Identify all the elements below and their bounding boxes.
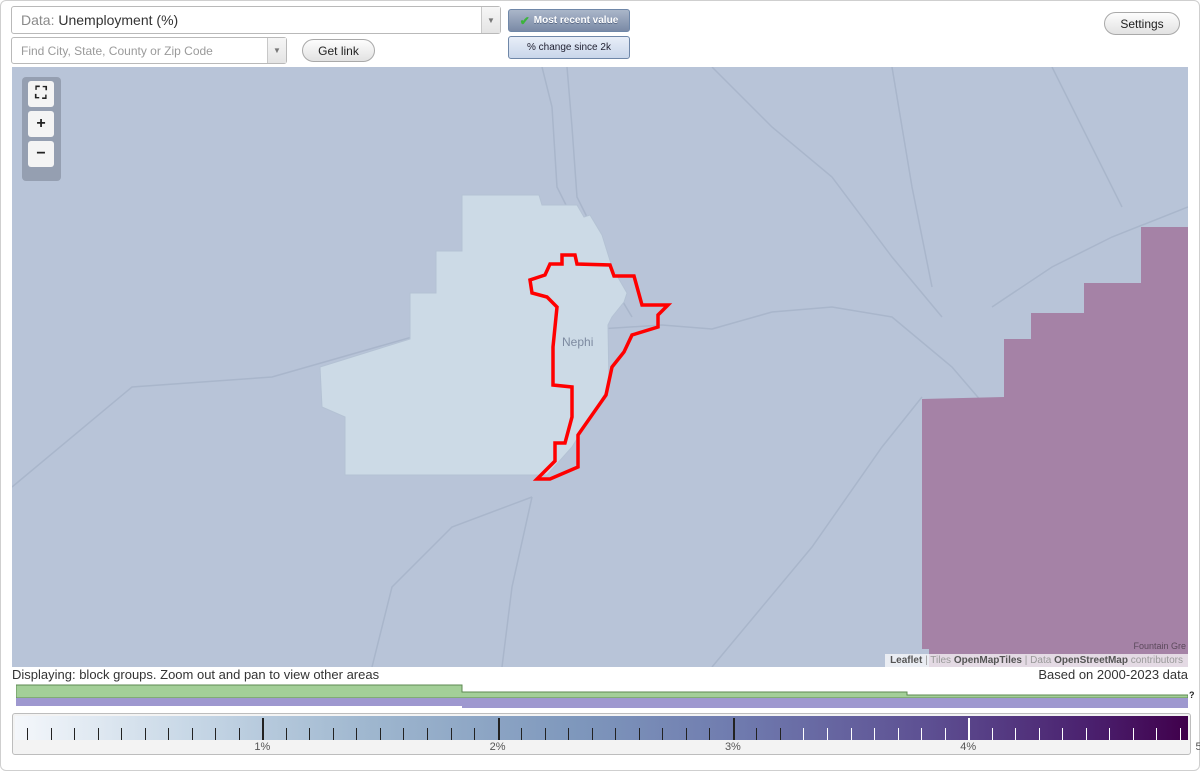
most-recent-value-toggle[interactable]: ✔ Most recent value	[508, 9, 630, 32]
map-view[interactable]: ⛶ + − Nephi Fountain Gre Leaflet | Tiles…	[12, 67, 1188, 667]
data-range-note: Based on 2000-2023 data	[1038, 667, 1188, 682]
scale-tick	[97, 728, 99, 740]
scale-tick	[850, 728, 852, 740]
scale-tick	[168, 728, 170, 740]
high-value-area	[922, 227, 1188, 667]
check-icon: ✔	[519, 13, 530, 28]
scale-tick	[191, 728, 193, 740]
scale-tick	[1179, 728, 1181, 740]
scale-tick	[521, 728, 523, 740]
help-icon[interactable]: ?	[1189, 690, 1195, 700]
zoom-controls: ⛶ + −	[22, 77, 61, 181]
scale-tick	[215, 728, 217, 740]
scale-tick	[285, 728, 287, 740]
scale-tick	[238, 728, 240, 740]
scale-tick	[309, 728, 311, 740]
percent-change-label: % change since 2k	[527, 42, 611, 53]
scale-tick	[944, 728, 946, 740]
scale-tick	[1085, 728, 1087, 740]
most-recent-value-label: Most recent value	[533, 15, 619, 26]
scale-tick	[144, 728, 146, 740]
scale-tick	[427, 728, 428, 740]
scale-tick	[356, 728, 358, 740]
scale-label: 1%	[254, 741, 271, 753]
zoom-in-button[interactable]: +	[28, 111, 54, 137]
contributors-text: contributors	[1130, 655, 1183, 666]
city-label: Nephi	[562, 335, 594, 349]
scale-tick	[874, 728, 876, 740]
scale-tick	[615, 728, 617, 740]
scale-tick	[568, 728, 570, 740]
scale-tick	[756, 728, 758, 740]
tiles-prefix: Tiles	[930, 655, 952, 666]
scale-label: 4%	[960, 741, 977, 753]
scale-tick	[121, 728, 123, 740]
scale-tick	[27, 728, 28, 740]
search-input[interactable]	[12, 38, 267, 63]
scale-tick	[991, 728, 993, 740]
scale-tick	[732, 718, 735, 740]
place-label: Fountain Gre	[1133, 641, 1186, 651]
scale-tick	[779, 728, 781, 740]
chevron-down-icon[interactable]: ▼	[481, 7, 500, 33]
zoom-out-button[interactable]: −	[28, 141, 54, 167]
scale-tick	[1156, 728, 1158, 740]
scale-tick	[968, 718, 971, 740]
color-scale-legend: 1% 2% 3% 4% 5%	[12, 713, 1200, 755]
color-scale-bar[interactable]	[15, 716, 1188, 740]
scale-tick	[1132, 728, 1134, 740]
scale-tick	[921, 728, 923, 740]
data-select[interactable]: Data: Unemployment (%) ▼	[11, 6, 501, 34]
chevron-down-icon[interactable]: ▼	[267, 38, 286, 63]
scale-tick	[827, 728, 829, 740]
data-select-prefix: Data:	[21, 12, 55, 28]
distribution-strip	[16, 684, 1188, 708]
tiles-link[interactable]: OpenMapTiles	[954, 655, 1022, 666]
percent-change-toggle[interactable]: % change since 2k	[508, 36, 630, 59]
scale-tick	[262, 718, 265, 740]
scale-label: 2%	[489, 741, 506, 753]
map-canvas	[12, 67, 1188, 667]
display-status: Displaying: block groups. Zoom out and p…	[12, 667, 380, 682]
scale-tick	[591, 728, 593, 740]
map-attribution: Leaflet | Tiles OpenMapTiles | Data Open…	[885, 654, 1188, 667]
scale-tick	[897, 728, 899, 740]
scale-tick	[803, 728, 805, 740]
scale-tick	[662, 728, 664, 740]
scale-tick	[709, 728, 711, 740]
scale-tick	[544, 728, 546, 740]
scale-tick	[1038, 728, 1040, 740]
distribution-purple-right	[462, 698, 1188, 708]
scale-tick	[1015, 728, 1017, 740]
scale-tick	[474, 728, 476, 740]
scale-label: 5%	[1195, 741, 1200, 753]
osm-link[interactable]: OpenStreetMap	[1054, 655, 1128, 666]
settings-button[interactable]: Settings	[1104, 12, 1180, 35]
scale-tick	[497, 718, 500, 740]
location-search[interactable]: ▼	[11, 37, 287, 64]
scale-tick	[332, 728, 334, 740]
leaflet-link[interactable]: Leaflet	[890, 655, 922, 666]
distribution-green-band	[16, 684, 1188, 699]
scale-tick	[50, 728, 52, 740]
fullscreen-icon[interactable]: ⛶	[28, 81, 54, 107]
scale-tick	[638, 728, 640, 740]
scale-tick	[450, 728, 452, 740]
data-select-value: Unemployment (%)	[58, 12, 179, 28]
data-prefix: Data	[1030, 655, 1052, 666]
scale-tick	[1062, 728, 1064, 740]
scale-tick	[1109, 728, 1111, 740]
scale-tick	[685, 728, 687, 740]
scale-label: 3%	[724, 741, 741, 753]
get-link-button[interactable]: Get link	[302, 39, 375, 62]
scale-tick	[379, 728, 381, 740]
scale-tick	[403, 728, 405, 740]
scale-tick	[74, 728, 76, 740]
distribution-purple-left	[16, 698, 462, 706]
